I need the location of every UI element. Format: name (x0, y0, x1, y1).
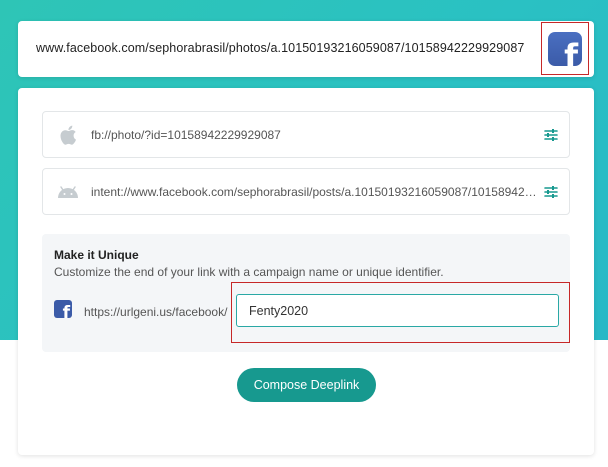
deeplink-card: fb://photo/?id=10158942229929087 intent:… (18, 88, 594, 455)
facebook-platform-button[interactable]: f (541, 22, 589, 75)
ios-deeplink-row[interactable]: fb://photo/?id=10158942229929087 (42, 111, 570, 158)
sliders-icon[interactable] (543, 184, 559, 200)
android-deeplink-text: intent://www.facebook.com/sephorabrasil/… (91, 185, 537, 199)
ios-deeplink-text: fb://photo/?id=10158942229929087 (91, 128, 281, 142)
sliders-icon[interactable] (543, 127, 559, 143)
android-deeplink-row[interactable]: intent://www.facebook.com/sephorabrasil/… (42, 168, 570, 215)
source-url-card: www.facebook.com/sephorabrasil/photos/a.… (18, 21, 594, 77)
facebook-icon: f (548, 31, 582, 66)
compose-deeplink-button[interactable]: Compose Deeplink (237, 368, 376, 402)
url-prefix: https://urlgeni.us/facebook/ (84, 305, 228, 319)
unique-identifier-input[interactable] (236, 294, 559, 327)
unique-input-highlight (231, 282, 570, 343)
android-icon (56, 181, 80, 203)
make-unique-title: Make it Unique (54, 248, 139, 262)
make-unique-description: Customize the end of your link with a ca… (54, 265, 444, 279)
make-unique-panel: Make it Unique Customize the end of your… (42, 234, 570, 352)
source-url-text: www.facebook.com/sephorabrasil/photos/a.… (36, 41, 525, 55)
apple-icon (56, 124, 80, 146)
facebook-icon: f (54, 300, 72, 318)
